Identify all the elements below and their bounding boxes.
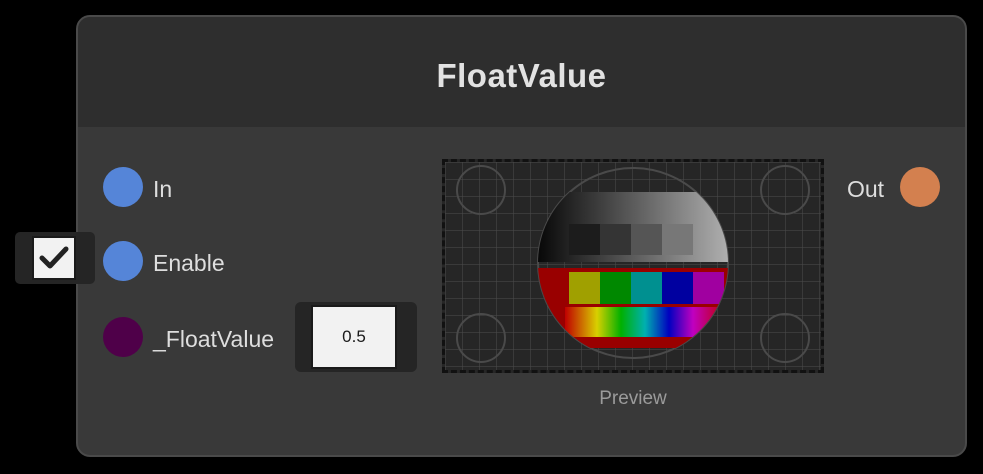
float-value-input[interactable]: 0.5 [311,305,397,369]
preview-label: Preview [599,388,667,409]
float-value-field-container: 0.5 [295,302,417,372]
float-value-port[interactable] [103,317,143,357]
in-port-label: In [153,176,173,202]
test-pattern-image [445,162,821,370]
node-header[interactable]: FloatValue [78,17,965,127]
enable-port[interactable] [103,241,143,281]
preview-image [442,159,824,373]
enable-checkbox[interactable] [32,236,76,280]
node-title: FloatValue [436,57,607,94]
enable-port-label: Enable [153,250,225,276]
in-port[interactable] [103,167,143,207]
out-port[interactable] [900,167,940,207]
enable-checkbox-container [15,232,95,284]
out-port-label: Out [847,176,885,202]
float-value-port-label: _FloatValue [153,326,275,352]
checkmark-icon [39,246,69,269]
